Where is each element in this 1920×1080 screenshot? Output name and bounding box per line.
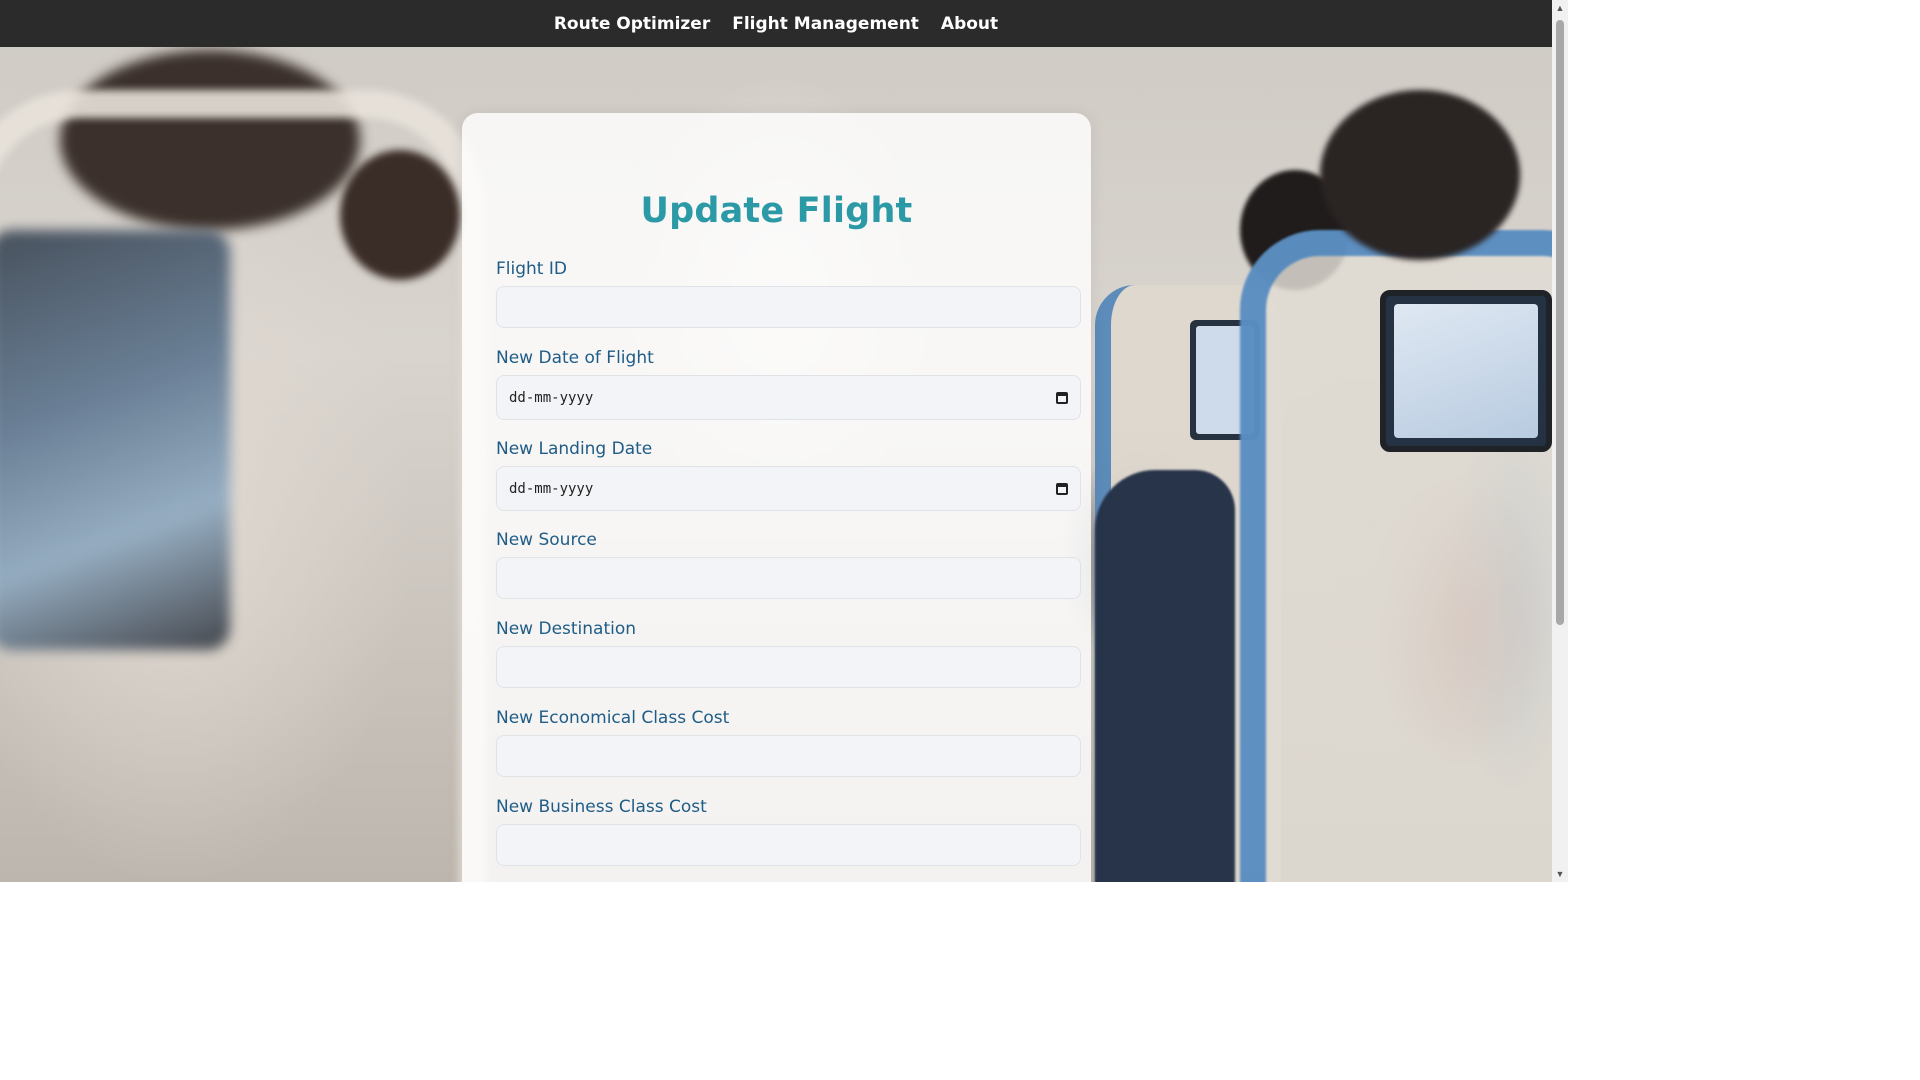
calendar-icon[interactable] bbox=[1056, 391, 1068, 404]
form-title: Update Flight bbox=[640, 191, 913, 231]
new-landing-date-field: New Landing Date dd-mm-yyyy bbox=[496, 439, 1081, 511]
scroll-up-arrow-icon[interactable]: ▲ bbox=[1552, 0, 1568, 16]
top-navbar: Route Optimizer Flight Management About bbox=[0, 0, 1552, 47]
new-business-class-cost-label: New Business Class Cost bbox=[496, 797, 707, 817]
scrollbar-thumb[interactable] bbox=[1556, 20, 1564, 625]
new-economical-class-cost-input[interactable] bbox=[496, 735, 1081, 777]
seat-screen-left bbox=[0, 230, 230, 650]
new-source-label: New Source bbox=[496, 530, 597, 550]
page-scrollbar[interactable]: ▲ ▼ bbox=[1552, 0, 1568, 882]
passenger-head bbox=[340, 150, 460, 280]
new-destination-label: New Destination bbox=[496, 619, 637, 639]
new-source-input[interactable] bbox=[496, 557, 1081, 599]
new-landing-date-label: New Landing Date bbox=[496, 439, 653, 459]
date-placeholder: dd-mm-yyyy bbox=[509, 480, 594, 497]
passenger-jacket bbox=[1095, 470, 1235, 882]
new-economical-class-cost-field: New Economical Class Cost bbox=[496, 708, 1081, 777]
new-date-of-flight-input[interactable]: dd-mm-yyyy bbox=[496, 375, 1081, 420]
nav-flight-management[interactable]: Flight Management bbox=[732, 14, 919, 34]
new-source-field: New Source bbox=[496, 530, 1081, 599]
new-business-class-cost-field: New Business Class Cost bbox=[496, 797, 1081, 866]
passenger-head bbox=[1320, 90, 1520, 260]
nav-about[interactable]: About bbox=[941, 14, 998, 34]
flight-id-label: Flight ID bbox=[496, 259, 567, 279]
new-destination-input[interactable] bbox=[496, 646, 1081, 688]
new-landing-date-input[interactable]: dd-mm-yyyy bbox=[496, 466, 1081, 511]
flight-id-input[interactable] bbox=[496, 286, 1081, 328]
scroll-down-arrow-icon[interactable]: ▼ bbox=[1552, 866, 1568, 882]
new-economical-class-cost-label: New Economical Class Cost bbox=[496, 708, 730, 728]
seat-screen-right bbox=[1380, 290, 1552, 452]
new-business-class-cost-input[interactable] bbox=[496, 824, 1081, 866]
new-date-of-flight-label: New Date of Flight bbox=[496, 348, 654, 368]
calendar-icon[interactable] bbox=[1056, 482, 1068, 495]
page: Route Optimizer Flight Management About … bbox=[0, 0, 1568, 882]
nav-route-optimizer[interactable]: Route Optimizer bbox=[554, 14, 710, 34]
new-destination-field: New Destination bbox=[496, 619, 1081, 688]
flight-id-field: Flight ID bbox=[496, 259, 1081, 328]
date-placeholder: dd-mm-yyyy bbox=[509, 389, 594, 406]
new-date-of-flight-field: New Date of Flight dd-mm-yyyy bbox=[496, 348, 1081, 420]
update-flight-card: Update Flight Flight ID New Date of Flig… bbox=[462, 113, 1091, 882]
